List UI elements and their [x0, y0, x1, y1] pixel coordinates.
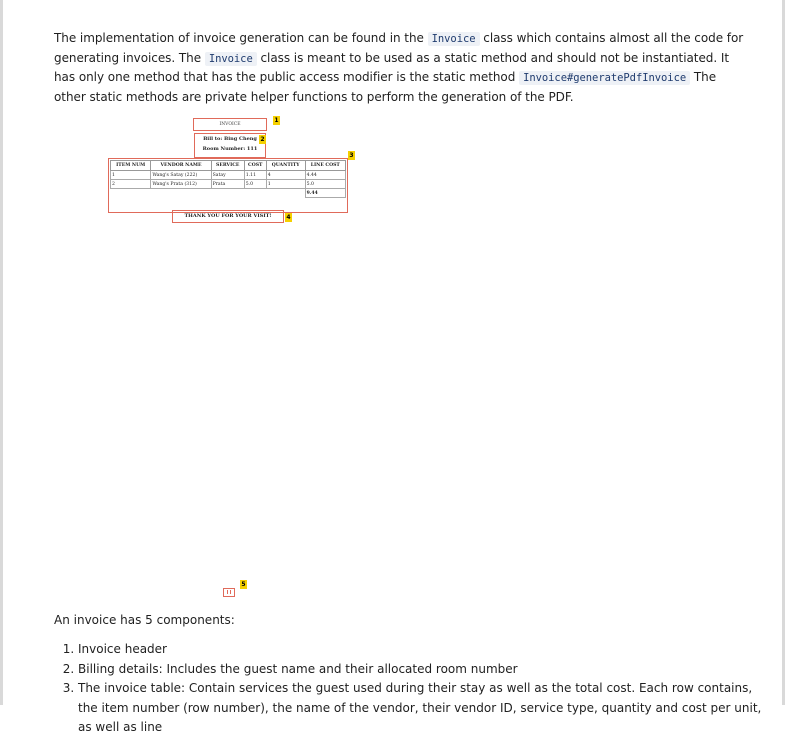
col-header: ITEM NUM: [109, 160, 152, 171]
invoice-table-box: ITEM NUM VENDOR NAME SERVICE COST QUANTI…: [108, 158, 348, 213]
invoice-class-code: Invoice: [427, 32, 480, 46]
list-item: Invoice header: [78, 640, 768, 660]
invoice-table-header-row: ITEM NUM VENDOR NAME SERVICE COST QUANTI…: [109, 160, 347, 171]
badge-2: 2: [259, 135, 266, 144]
billing-details-box: Bill to: Bing Cheng Room Number: 111: [194, 133, 266, 158]
table-cell: 5.0: [243, 179, 267, 189]
col-header: COST: [243, 160, 267, 171]
table-cell: Wang's Prata (312): [150, 179, 212, 189]
table-row: 1 Wang's Satay (222) Satay 1.11 4 4.44: [109, 170, 347, 180]
table-cell: 1: [265, 179, 306, 189]
footer-page-number-box: [223, 588, 235, 597]
document-body: The implementation of invoice generation…: [54, 29, 744, 106]
table-cell: 4.44: [304, 170, 347, 180]
table-cell: 2: [109, 179, 152, 189]
col-header: SERVICE: [210, 160, 245, 171]
table-total-row: 9.44: [111, 188, 347, 198]
col-header: QUANTITY: [265, 160, 306, 171]
intro-text-1: The implementation of invoice generation…: [54, 31, 428, 45]
generate-pdf-method-code: Invoice#generatePdfInvoice: [519, 71, 691, 85]
page-left-border: [0, 0, 3, 705]
col-header: LINE COST: [304, 160, 347, 171]
components-list: Invoice header Billing details: Includes…: [54, 640, 768, 738]
table-cell: 1: [109, 170, 152, 180]
room-number-text: Room Number: 111: [202, 146, 258, 152]
invoice-header-box: INVOICE: [193, 118, 267, 131]
invoice-table: ITEM NUM VENDOR NAME SERVICE COST QUANTI…: [109, 160, 347, 198]
table-row: 2 Wang's Prata (312) Prata 5.0 1 5.0: [109, 179, 347, 189]
total-cost-cell: 9.44: [304, 188, 347, 198]
table-cell: Satay: [210, 170, 245, 180]
list-item: Billing details: Includes the guest name…: [78, 660, 768, 680]
invoice-figure: INVOICE 1 Bill to: Bing Cheng Room Numbe…: [108, 113, 358, 228]
badge-4: 4: [285, 213, 292, 222]
bill-to-text: Bill to: Bing Cheng: [203, 136, 257, 142]
components-intro: An invoice has 5 components:: [54, 613, 235, 627]
col-header: VENDOR NAME: [150, 160, 212, 171]
badge-1: 1: [273, 116, 280, 125]
table-cell: Wang's Satay (222): [150, 170, 212, 180]
intro-paragraph: The implementation of invoice generation…: [54, 29, 744, 106]
table-cell: 4: [265, 170, 306, 180]
list-item: The invoice table: Contain services the …: [78, 679, 768, 738]
table-cell: 5.0: [304, 179, 347, 189]
table-cell: 1.11: [243, 170, 267, 180]
table-cell: Prata: [210, 179, 245, 189]
badge-3: 3: [348, 151, 355, 160]
thank-you-box: THANK YOU FOR YOUR VISIT!: [172, 210, 284, 223]
invoice-class-code-2: Invoice: [204, 51, 257, 66]
badge-5: 5: [240, 580, 247, 589]
